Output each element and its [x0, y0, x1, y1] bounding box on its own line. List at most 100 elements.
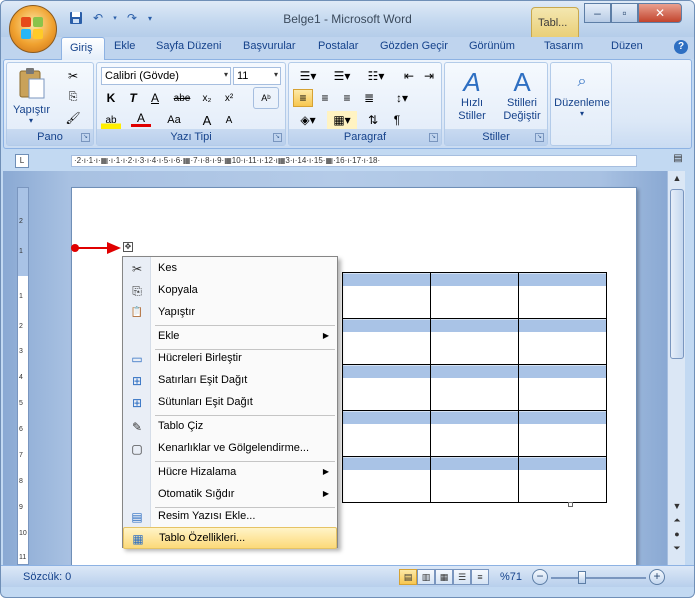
table-cell[interactable]: [430, 318, 519, 365]
italic-icon[interactable]: T: [123, 89, 143, 107]
word-count[interactable]: Sözcük: 0: [23, 571, 71, 583]
clipboard-launcher-icon[interactable]: ↘: [81, 133, 90, 142]
table-move-handle-icon[interactable]: ✥: [123, 242, 133, 252]
tab-layout[interactable]: Düzen: [611, 40, 643, 52]
web-layout-icon[interactable]: ▦: [435, 569, 453, 585]
table-cell[interactable]: [518, 364, 607, 411]
quick-styles-button[interactable]: A Hızlı Stiller: [449, 67, 495, 129]
previous-page-icon[interactable]: ⏶: [671, 515, 683, 526]
shrink-font-icon[interactable]: A: [219, 111, 239, 129]
tab-review[interactable]: Gözden Geçir: [380, 40, 448, 52]
format-painter-icon[interactable]: 🖌: [63, 109, 83, 127]
document-table[interactable]: [342, 272, 607, 503]
menu-item-table-properties[interactable]: ▦ Tablo Özellikleri...: [123, 527, 337, 549]
highlight-icon[interactable]: ab: [101, 111, 121, 129]
multilevel-list-icon[interactable]: ☷▾: [361, 67, 391, 85]
font-color-icon[interactable]: A: [131, 111, 151, 127]
bullets-icon[interactable]: ☰▾: [293, 67, 323, 85]
table-tools-context-tab[interactable]: Tabl...: [531, 7, 579, 37]
align-right-icon[interactable]: ≡: [337, 89, 357, 107]
menu-item-distribute-rows[interactable]: ⊞ Satırları Eşit Dağıt: [123, 370, 337, 392]
table-cell[interactable]: [518, 456, 607, 503]
show-marks-icon[interactable]: ¶: [387, 111, 407, 129]
scroll-up-icon[interactable]: ▲: [671, 173, 683, 183]
draft-icon[interactable]: ≡: [471, 569, 489, 585]
tab-view[interactable]: Görünüm: [469, 40, 515, 52]
menu-item-cut[interactable]: ✂ Kes: [123, 258, 337, 280]
bold-icon[interactable]: K: [101, 89, 121, 107]
minimize-icon[interactable]: –: [584, 3, 611, 23]
font-launcher-icon[interactable]: ↘: [273, 133, 282, 142]
menu-item-draw-table[interactable]: ✎ Tablo Çiz: [123, 416, 337, 438]
zoom-out-icon[interactable]: −: [532, 569, 548, 585]
print-layout-icon[interactable]: ▤: [399, 569, 417, 585]
cut-icon[interactable]: ✂: [63, 67, 83, 85]
table-cell[interactable]: [342, 318, 431, 365]
vertical-scrollbar[interactable]: ▲ ▼ ⏶ ● ⏷: [667, 171, 685, 565]
tab-page-layout[interactable]: Sayfa Düzeni: [156, 40, 221, 52]
office-button[interactable]: [9, 5, 57, 53]
paste-button[interactable]: Yapıştır ▾: [13, 67, 50, 129]
close-icon[interactable]: ✕: [638, 3, 682, 23]
decrease-indent-icon[interactable]: ⇤: [399, 67, 419, 85]
align-left-icon[interactable]: ≡: [293, 89, 313, 107]
tab-home[interactable]: Giriş: [61, 37, 105, 60]
zoom-in-icon[interactable]: +: [649, 569, 665, 585]
table-cell[interactable]: [430, 410, 519, 457]
table-cell[interactable]: [518, 318, 607, 365]
table-cell[interactable]: [342, 272, 431, 319]
styles-launcher-icon[interactable]: ↘: [535, 133, 544, 142]
tab-selector-icon[interactable]: L: [15, 154, 29, 168]
subscript-icon[interactable]: x₂: [197, 89, 217, 107]
table-cell[interactable]: [342, 364, 431, 411]
copy-icon[interactable]: ⎘: [63, 88, 83, 106]
grow-font-icon[interactable]: A: [197, 111, 217, 129]
maximize-icon[interactable]: ▫: [611, 3, 638, 23]
zoom-slider-track[interactable]: [551, 577, 646, 579]
font-name-box[interactable]: Calibri (Gövde) ▾: [101, 67, 231, 85]
menu-item-borders-shading[interactable]: ▢ Kenarlıklar ve Gölgelendirme...: [123, 438, 337, 460]
table-cell[interactable]: [430, 456, 519, 503]
sort-icon[interactable]: ⇅: [363, 111, 383, 129]
table-cell[interactable]: [518, 410, 607, 457]
help-icon[interactable]: ?: [674, 40, 688, 54]
horizontal-ruler[interactable]: ·2·ı·1·ı·▦·ı·1·ı·2·ı·3·ı·4·ı·5·ı·6·▦·7·ı…: [71, 155, 637, 167]
next-page-icon[interactable]: ⏷: [671, 543, 683, 554]
font-name-dropdown-icon[interactable]: ▾: [224, 70, 228, 79]
menu-item-distribute-columns[interactable]: ⊞ Sütunları Eşit Dağıt: [123, 392, 337, 414]
strikethrough-icon[interactable]: abe: [169, 89, 195, 107]
clear-formatting-icon[interactable]: Aᵇ: [253, 87, 279, 109]
table-cell[interactable]: [430, 364, 519, 411]
font-size-dropdown-icon[interactable]: ▾: [274, 70, 278, 79]
editing-button[interactable]: ⌕ Düzenleme ▾: [553, 67, 611, 129]
scroll-down-icon[interactable]: ▼: [671, 501, 683, 511]
tab-insert[interactable]: Ekle: [114, 40, 135, 52]
vertical-ruler[interactable]: 2 1 1 2 3 4 5 6 7 8 9 10 11: [17, 187, 29, 565]
table-cell[interactable]: [430, 272, 519, 319]
scrollbar-thumb[interactable]: [670, 189, 684, 359]
font-size-box[interactable]: 11 ▾: [233, 67, 281, 85]
increase-indent-icon[interactable]: ⇥: [419, 67, 439, 85]
numbering-icon[interactable]: ☰▾: [327, 67, 357, 85]
tab-design[interactable]: Tasarım: [544, 40, 583, 52]
table-cell[interactable]: [518, 272, 607, 319]
menu-item-merge-cells[interactable]: ▭ Hücreleri Birleştir: [123, 348, 337, 370]
change-case-icon[interactable]: Aa: [161, 111, 187, 129]
outline-icon[interactable]: ☰: [453, 569, 471, 585]
zoom-level[interactable]: %71: [500, 571, 522, 583]
superscript-icon[interactable]: x²: [219, 89, 239, 107]
table-cell[interactable]: [342, 456, 431, 503]
change-styles-button[interactable]: A Stilleri Değiştir: [497, 67, 547, 129]
menu-item-paste[interactable]: 📋 Yapıştır: [123, 302, 337, 324]
borders-icon[interactable]: ▦▾: [327, 111, 357, 129]
menu-item-insert-caption[interactable]: ▤ Resim Yazısı Ekle...: [123, 506, 337, 528]
view-ruler-icon[interactable]: ▤: [671, 153, 685, 169]
tab-mailings[interactable]: Postalar: [318, 40, 358, 52]
menu-item-insert[interactable]: Ekle ▶: [123, 326, 337, 348]
zoom-slider-thumb[interactable]: [578, 571, 586, 584]
table-cell[interactable]: [342, 410, 431, 457]
justify-icon[interactable]: ≣: [359, 89, 379, 107]
tab-references[interactable]: Başvurular: [243, 40, 296, 52]
menu-item-cell-alignment[interactable]: Hücre Hizalama ▶: [123, 462, 337, 484]
full-screen-reading-icon[interactable]: ▥: [417, 569, 435, 585]
